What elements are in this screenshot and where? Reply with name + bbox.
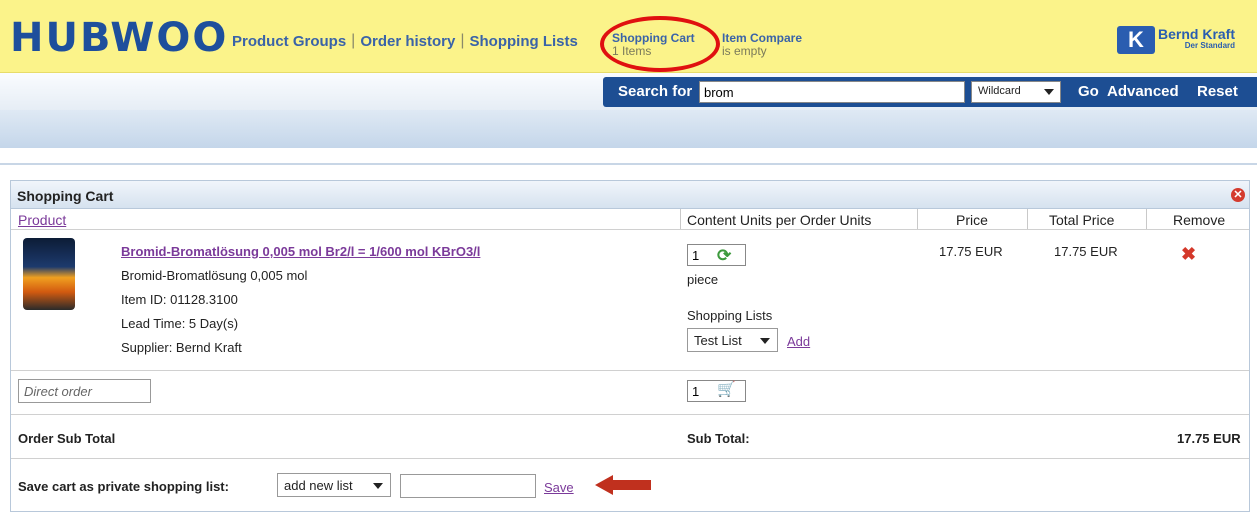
product-lead-time: Lead Time: 5 Day(s) [121,316,239,331]
divider [0,163,1257,165]
search-strip: Search for Wildcard Go Advanced Reset [0,73,1257,110]
shopping-cart-panel: Shopping Cart ✕ Product Content Units pe… [10,180,1250,512]
product-supplier: Supplier: Bernd Kraft [121,340,242,355]
product-description: Bromid-Bromatlösung 0,005 mol [121,268,308,283]
product-name-link[interactable]: Bromid-Bromatlösung 0,005 mol Br2/l = 1/… [121,244,480,259]
bernd-kraft-logo-icon: K [1117,26,1155,54]
column-divider [680,209,681,229]
reset-button[interactable]: Reset [1197,83,1238,100]
units-column-header: Content Units per Order Units [687,212,872,228]
column-divider [1146,209,1147,229]
panel-title: Shopping Cart [17,188,114,204]
nav-shopping-lists[interactable]: Shopping Lists [466,33,582,50]
price-column-header: Price [956,212,988,228]
hubwoo-logo[interactable]: HUBWOO [10,18,228,58]
private-list-value: add new list [284,478,353,493]
subtotal-value: 17.75 EUR [1177,431,1241,446]
shopping-cart-count: 1 Items [612,44,652,58]
nav-product-groups[interactable]: Product Groups [228,33,350,50]
add-to-cart-icon[interactable]: 🛒 [717,380,736,398]
search-bar: Search for Wildcard Go Advanced Reset [603,77,1257,107]
close-icon[interactable]: ✕ [1231,188,1245,202]
order-subtotal-label: Order Sub Total [18,431,116,446]
nav-order-history[interactable]: Order history [356,33,459,50]
chevron-down-icon [1044,89,1054,95]
save-cart-label: Save cart as private shopping list: [18,479,229,494]
shopping-list-value: Test List [694,333,742,348]
row-divider [11,229,1249,230]
search-input[interactable] [699,81,965,103]
column-divider [1027,209,1028,229]
shopping-list-select[interactable]: Test List [687,328,778,352]
panel-header: Shopping Cart ✕ [11,181,1249,209]
product-column-header[interactable]: Product [18,212,66,228]
chevron-down-icon [373,483,383,489]
add-to-list-link[interactable]: Add [787,334,810,349]
private-list-select[interactable]: add new list [277,473,391,497]
search-label: Search for [618,83,693,100]
subtotal-label: Sub Total: [687,431,750,446]
advanced-search-button[interactable]: Advanced [1107,83,1179,100]
brand-name: Bernd Kraft [1158,26,1236,42]
sub-nav-band [0,110,1257,148]
unit-label: piece [687,272,719,287]
save-list-button[interactable]: Save [544,480,574,495]
item-compare-status: is empty [722,44,767,58]
row-divider [11,458,1249,459]
remove-column-header: Remove [1173,212,1226,228]
product-image[interactable] [23,238,75,310]
shopping-cart-link[interactable]: Shopping Cart 1 Items [612,32,695,58]
refresh-icon[interactable]: ⟳ [717,246,731,266]
main-nav: Product Groups | Order history | Shoppin… [228,32,582,50]
item-total-price: 17.75 EUR [1054,244,1118,259]
total-price-column-header: Total Price [1049,212,1115,228]
item-compare-link[interactable]: Item Compare is empty [722,32,802,58]
remove-item-icon[interactable]: ✖ [1181,244,1196,265]
column-divider [917,209,918,229]
shopping-lists-label: Shopping Lists [687,308,773,323]
top-header: HUBWOO Product Groups | Order history | … [0,0,1257,73]
row-divider [11,414,1249,415]
supplier-brand: K Bernd Kraft Der Standard [1117,26,1235,54]
private-list-name-input[interactable] [400,474,536,498]
pointer-arrow-icon [595,475,651,495]
go-button[interactable]: Go [1078,83,1099,100]
row-divider [11,370,1249,371]
item-price: 17.75 EUR [939,244,1003,259]
search-mode-value: Wildcard [978,85,1021,97]
chevron-down-icon [760,338,770,344]
product-item-id: Item ID: 01128.3100 [121,292,238,307]
search-mode-select[interactable]: Wildcard [971,81,1061,103]
direct-order-input[interactable] [18,379,151,403]
